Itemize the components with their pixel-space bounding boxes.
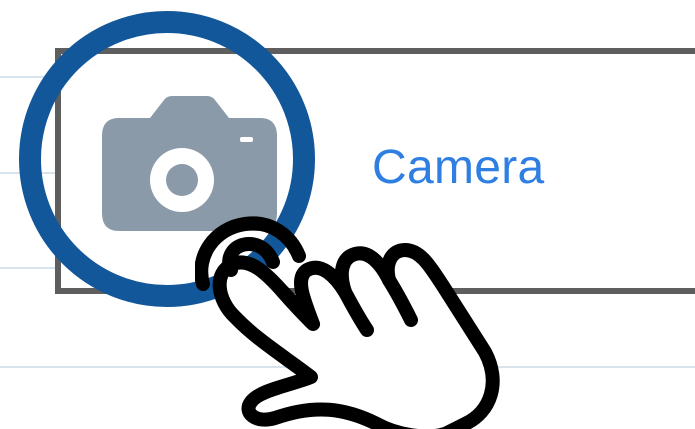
camera-label[interactable]: Camera bbox=[372, 138, 545, 198]
camera-icon[interactable] bbox=[102, 96, 277, 231]
row-separator bbox=[0, 366, 695, 368]
settings-list: Camera bbox=[0, 0, 695, 429]
